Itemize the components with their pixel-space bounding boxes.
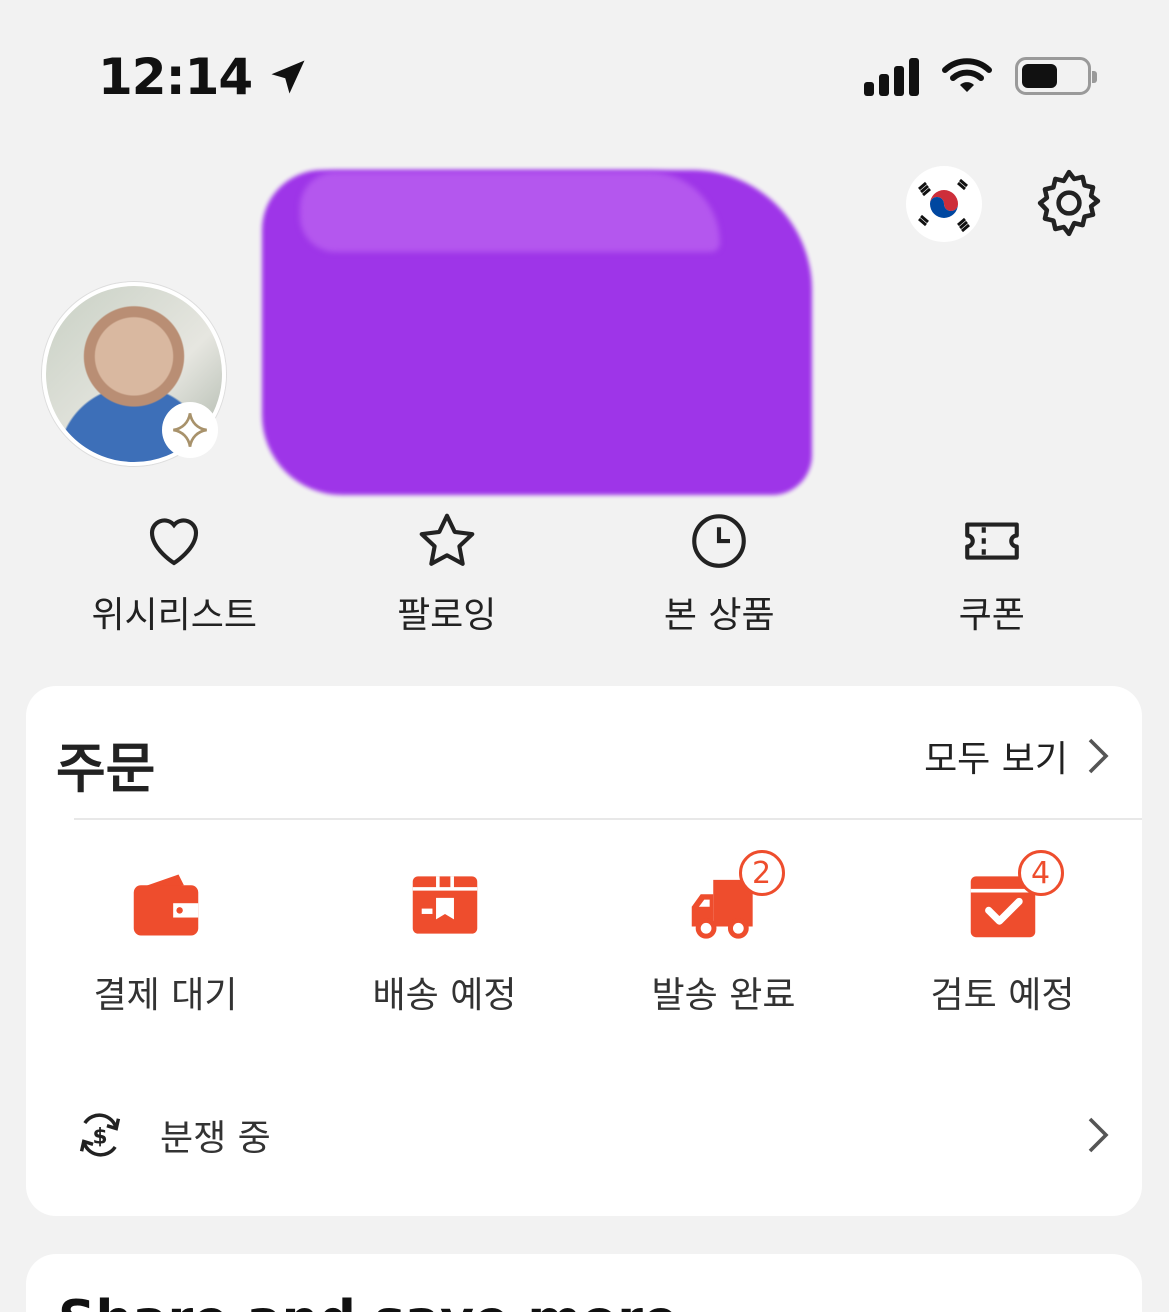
order-status-label: 결제 대기	[93, 975, 238, 1016]
divider	[74, 818, 1142, 820]
clock-icon	[692, 514, 747, 568]
ticket-icon	[964, 522, 1019, 560]
view-all-orders-link[interactable]: 모두 보기	[924, 730, 1112, 782]
clock-text: 12:14	[98, 48, 253, 106]
notification-badge: 4	[1017, 850, 1064, 896]
cell-signal-icon	[864, 56, 919, 96]
settings-button[interactable]	[1030, 164, 1108, 242]
quick-link-label: 본 상품	[663, 595, 775, 636]
heart-icon	[150, 518, 199, 566]
member-badge	[162, 402, 218, 458]
battery-icon	[1015, 57, 1097, 95]
order-status-label: 발송 완료	[651, 975, 796, 1016]
wallet-icon	[133, 874, 198, 936]
view-all-label: 모두 보기	[924, 739, 1068, 780]
location-arrow-icon	[271, 60, 305, 94]
gear-icon	[1037, 169, 1101, 237]
chevron-right-icon	[1088, 1117, 1109, 1153]
sparkle-icon	[173, 413, 207, 447]
quick-link-coupons[interactable]: 쿠폰	[856, 508, 1129, 638]
order-status-awaiting-payment[interactable]: 결제 대기	[26, 862, 305, 1018]
box-icon	[412, 876, 477, 934]
quick-link-following[interactable]: 팔로잉	[311, 508, 584, 638]
dispute-label: 분쟁 중	[160, 1118, 271, 1159]
quick-link-wishlist[interactable]: 위시리스트	[38, 508, 311, 638]
share-save-title: Share and save more	[58, 1290, 678, 1312]
dispute-row[interactable]: $ 분쟁 중	[74, 1104, 1112, 1166]
order-status-row: 결제 대기 배송 예정 2 발송 완료 4 검토 예정	[26, 850, 1142, 1018]
share-save-card: Share and save more	[26, 1254, 1142, 1312]
wifi-icon	[942, 58, 992, 92]
refund-dollar-icon: $	[79, 1113, 121, 1157]
orders-card: 주문 모두 보기 결제 대기 배송 예정 2 발송 완료 4 검토 예정 $ 분…	[26, 686, 1142, 1216]
svg-text:$: $	[92, 1125, 107, 1150]
status-indicators	[864, 56, 1097, 96]
order-status-label: 배송 예정	[372, 975, 517, 1016]
orders-title: 주문	[56, 737, 156, 800]
quick-link-label: 쿠폰	[958, 595, 1025, 636]
korea-flag-icon	[912, 172, 976, 236]
order-status-label: 검토 예정	[930, 975, 1075, 1016]
order-status-shipped[interactable]: 2 발송 완료	[584, 850, 863, 1018]
order-status-to-ship[interactable]: 배송 예정	[305, 862, 584, 1018]
quick-links: 위시리스트 팔로잉 본 상품 쿠폰	[38, 508, 1128, 638]
redacted-overlay	[300, 172, 720, 252]
quick-link-label: 위시리스트	[91, 595, 258, 636]
quick-link-viewed[interactable]: 본 상품	[583, 508, 856, 638]
language-region-button[interactable]	[906, 166, 982, 242]
notification-badge: 2	[738, 850, 785, 896]
star-icon	[419, 513, 475, 566]
status-time: 12:14	[98, 48, 310, 106]
order-status-to-review[interactable]: 4 검토 예정	[863, 850, 1142, 1018]
quick-link-label: 팔로잉	[397, 595, 497, 636]
chevron-right-icon	[1088, 738, 1109, 774]
